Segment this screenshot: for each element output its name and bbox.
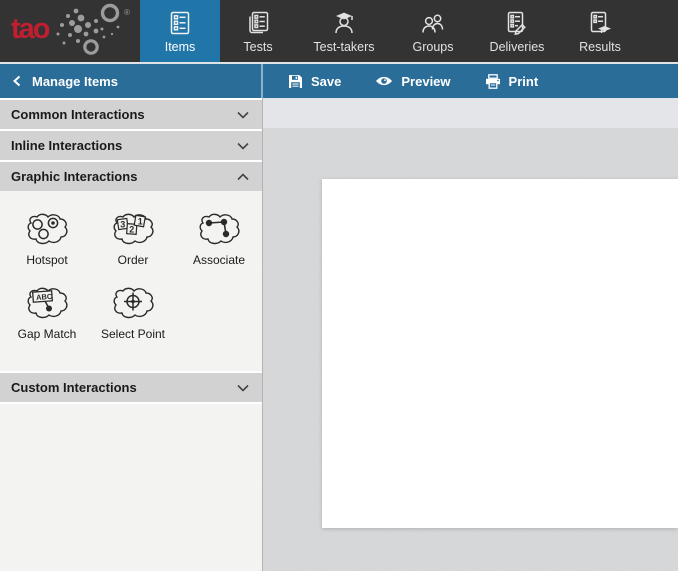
nav-item-tests[interactable]: Tests: [220, 0, 296, 62]
nav-item-label: Test-takers: [313, 40, 374, 54]
accordion-inline-interactions[interactable]: Inline Interactions: [0, 131, 262, 160]
tao-logo-dots-icon: [48, 1, 148, 59]
preview-button-label: Preview: [401, 74, 450, 89]
svg-text:3: 3: [120, 220, 125, 230]
nav-item-results[interactable]: Results: [560, 0, 640, 62]
top-nav-items: Items Tests Test-take: [140, 0, 640, 62]
print-icon: [485, 74, 501, 89]
accordion-label: Graphic Interactions: [11, 169, 137, 184]
accordion-common-interactions[interactable]: Common Interactions: [0, 100, 262, 129]
results-icon: [587, 10, 613, 36]
chevron-down-icon: [237, 142, 249, 150]
nav-item-label: Items: [165, 40, 196, 54]
registered-trademark: ®: [124, 8, 130, 17]
nav-item-label: Results: [579, 40, 621, 54]
editor-main-area: [263, 98, 678, 571]
svg-text:1: 1: [138, 217, 143, 227]
accordion-graphic-interactions[interactable]: Graphic Interactions: [0, 162, 262, 191]
back-chevron-icon: [13, 75, 21, 87]
interaction-hotspot[interactable]: Hotspot: [24, 211, 70, 267]
accordion-label: Inline Interactions: [11, 138, 122, 153]
print-button[interactable]: Print: [485, 74, 539, 89]
save-button-label: Save: [311, 74, 341, 89]
interaction-order[interactable]: 3 2 1 Order: [110, 211, 156, 267]
interaction-grid: Hotspot 3 2: [0, 211, 262, 341]
items-icon: [167, 10, 193, 36]
chevron-down-icon: [237, 384, 249, 392]
preview-button[interactable]: Preview: [375, 74, 450, 89]
interaction-label: Gap Match: [18, 327, 77, 341]
print-button-label: Print: [509, 74, 539, 89]
interaction-label: Order: [118, 253, 149, 267]
accordion-label: Common Interactions: [11, 107, 145, 122]
preview-eye-icon: [375, 75, 393, 87]
toolbar: Manage Items Save: [0, 62, 678, 98]
tests-icon: [245, 10, 271, 36]
graphic-interactions-panel: Hotspot 3 2: [0, 191, 262, 371]
interaction-select-point[interactable]: Select Point: [101, 285, 165, 341]
interactions-sidebar: Common Interactions Inline Interactions …: [0, 98, 263, 571]
svg-text:2: 2: [129, 225, 134, 235]
order-icon: 3 2 1: [110, 211, 156, 247]
select-point-icon: [110, 285, 156, 321]
nav-item-deliveries[interactable]: Deliveries: [474, 0, 560, 62]
nav-item-test-takers[interactable]: Test-takers: [296, 0, 392, 62]
interaction-label: Hotspot: [26, 253, 67, 267]
top-nav-bar: tao ®: [0, 0, 678, 62]
deliveries-icon: [504, 10, 530, 36]
interaction-label: Associate: [193, 253, 245, 267]
interaction-label: Select Point: [101, 327, 165, 341]
tao-logo-text: tao: [11, 15, 49, 44]
item-canvas[interactable]: [322, 179, 678, 528]
editor-workspace: [263, 128, 678, 571]
associate-icon: [196, 211, 242, 247]
chevron-up-icon: [237, 173, 249, 181]
nav-item-groups[interactable]: Groups: [392, 0, 474, 62]
interaction-gap-match[interactable]: ABC Gap Match: [18, 285, 77, 341]
nav-item-label: Deliveries: [490, 40, 545, 54]
nav-item-label: Groups: [413, 40, 454, 54]
manage-items-back-button[interactable]: Manage Items: [0, 64, 263, 98]
back-button-label: Manage Items: [32, 74, 118, 89]
save-button[interactable]: Save: [288, 74, 341, 89]
editor-action-strip: [263, 98, 678, 128]
toolbar-actions: Save Preview Print: [263, 64, 538, 98]
content-region: Common Interactions Inline Interactions …: [0, 98, 678, 571]
test-taker-icon: [331, 10, 357, 36]
interaction-associate[interactable]: Associate: [193, 211, 245, 267]
hotspot-icon: [24, 211, 70, 247]
nav-item-items[interactable]: Items: [140, 0, 220, 62]
tao-app-window: tao ®: [0, 0, 678, 571]
groups-icon: [420, 10, 446, 36]
tao-logo[interactable]: tao ®: [0, 0, 140, 62]
gap-match-icon: ABC: [24, 285, 70, 321]
accordion-custom-interactions[interactable]: Custom Interactions: [0, 373, 262, 402]
save-icon: [288, 74, 303, 89]
nav-item-label: Tests: [243, 40, 272, 54]
svg-text:ABC: ABC: [36, 292, 53, 302]
chevron-down-icon: [237, 111, 249, 119]
accordion-label: Custom Interactions: [11, 380, 137, 395]
sidebar-empty-area: [0, 404, 262, 571]
